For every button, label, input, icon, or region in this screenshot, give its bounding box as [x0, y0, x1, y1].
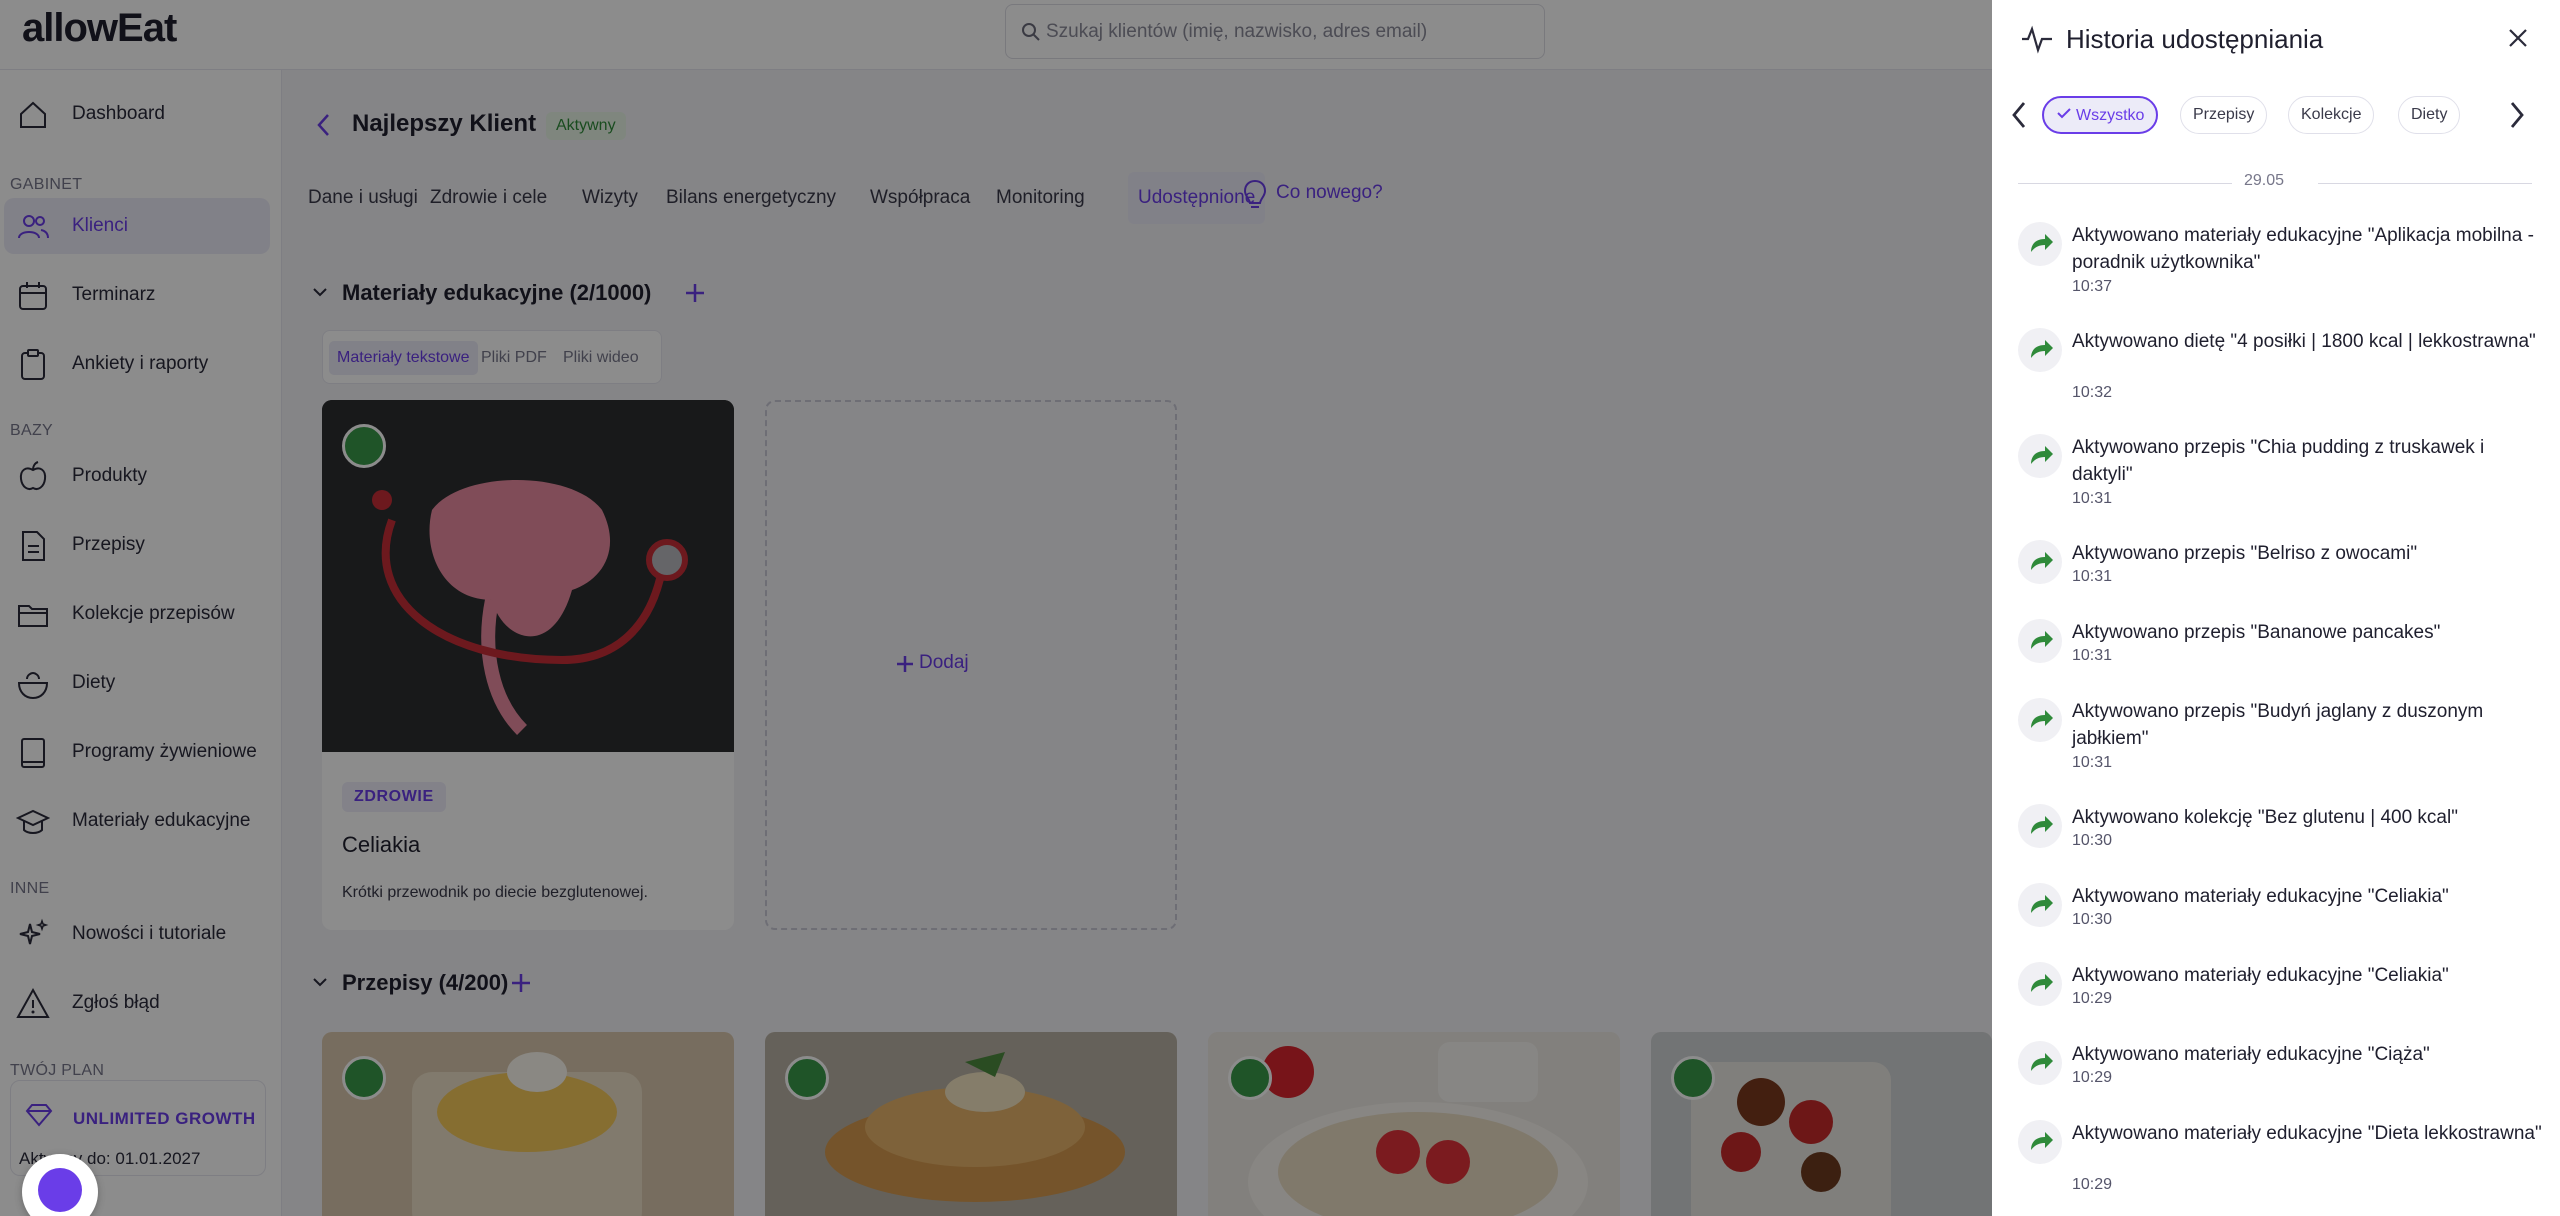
history-text: Aktywowano materiały edukacyjne "Aplikac…	[2072, 225, 2534, 273]
history-time: 10:31	[2072, 754, 2113, 771]
modal-backdrop[interactable]	[0, 0, 1992, 1216]
share-arrow-icon	[2018, 619, 2062, 663]
history-time: 10:30	[2072, 832, 2113, 849]
history-time: 10:37	[2072, 278, 2113, 295]
chevron-left-icon[interactable]	[2006, 98, 2032, 132]
share-arrow-icon	[2018, 222, 2062, 266]
history-time: 10:31	[2072, 568, 2113, 585]
history-text: Aktywowano przepis "Chia pudding z trusk…	[2072, 437, 2485, 485]
filter-collections[interactable]: Kolekcje	[2288, 96, 2375, 134]
history-text: Aktywowano przepis "Belriso z owocami"	[2072, 543, 2418, 564]
chat-icon	[38, 1168, 82, 1212]
history-text: Aktywowano materiały edukacyjne "Celiaki…	[2072, 965, 2449, 986]
history-text: Aktywowano materiały edukacyjne "Ciąża"	[2072, 1044, 2430, 1065]
history-text: Aktywowano przepis "Bananowe pancakes"	[2072, 622, 2441, 643]
history-time: 10:29	[2072, 990, 2113, 1007]
share-history-panel: Historia udostępniania Wszystko Przepisy…	[1992, 0, 2560, 1216]
share-arrow-icon	[2018, 804, 2062, 848]
check-icon	[2057, 108, 2071, 119]
share-arrow-icon	[2018, 962, 2062, 1006]
filter-all[interactable]: Wszystko	[2042, 96, 2159, 134]
share-arrow-icon	[2018, 883, 2062, 927]
history-time: 10:32	[2072, 384, 2113, 401]
share-arrow-icon	[2018, 328, 2062, 372]
history-time: 10:31	[2072, 647, 2113, 664]
date-label: 29.05	[2244, 172, 2285, 189]
share-arrow-icon	[2018, 698, 2062, 742]
history-time: 10:30	[2072, 911, 2113, 928]
filter-chips: Wszystko Przepisy Kolekcje Diety M	[2042, 96, 2474, 136]
divider-line	[2318, 183, 2532, 184]
share-arrow-icon	[2018, 1041, 2062, 1085]
divider-line	[2018, 183, 2232, 184]
activity-icon	[2022, 25, 2052, 54]
close-icon[interactable]	[2504, 24, 2532, 52]
history-text: Aktywowano dietę "4 posiłki | 1800 kcal …	[2072, 331, 2536, 352]
date-divider: 29.05	[2018, 172, 2532, 194]
share-arrow-icon	[2018, 540, 2062, 584]
chevron-right-icon[interactable]	[2504, 98, 2530, 132]
filter-diets[interactable]: Diety	[2398, 96, 2461, 134]
history-time: 10:29	[2072, 1069, 2113, 1086]
panel-title: Historia udostępniania	[2066, 24, 2324, 54]
filter-recipes[interactable]: Przepisy	[2180, 96, 2268, 134]
history-text: Aktywowano materiały edukacyjne "Dieta l…	[2072, 1123, 2542, 1144]
share-arrow-icon	[2018, 434, 2062, 478]
history-text: Aktywowano kolekcję "Bez glutenu | 400 k…	[2072, 807, 2458, 828]
history-time: 10:29	[2072, 1176, 2113, 1193]
history-text: Aktywowano materiały edukacyjne "Celiaki…	[2072, 886, 2449, 907]
history-time: 10:31	[2072, 490, 2113, 507]
history-text: Aktywowano przepis "Budyń jaglany z dusz…	[2072, 701, 2484, 749]
share-arrow-icon	[2018, 1120, 2062, 1164]
filter-label: Wszystko	[2076, 107, 2145, 124]
